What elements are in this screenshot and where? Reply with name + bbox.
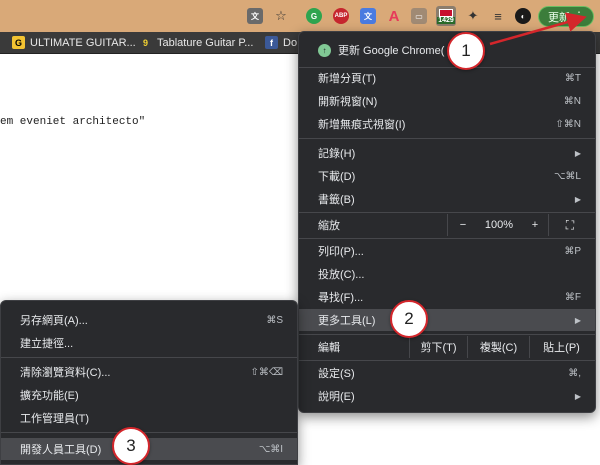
submenu-arrow-icon: ▶ — [574, 194, 581, 204]
help-label: 說明(E) — [318, 391, 355, 403]
menu-divider — [299, 212, 595, 213]
save-page-item[interactable]: 另存網頁(A)... ⌘S — [1, 309, 297, 331]
ultimate-guitar-favicon: G — [12, 36, 25, 49]
new-window-shortcut: ⌘N — [563, 95, 581, 107]
cast-item[interactable]: 投放(C)... — [299, 263, 595, 285]
clear-browsing-data-item[interactable]: 清除瀏覽資料(C)... ⇧⌘⌫ — [1, 361, 297, 383]
downloads-item[interactable]: 下載(D) ⌥⌘L — [299, 165, 595, 187]
zoom-controls: − 100% + — [447, 214, 549, 236]
screen-capture-icon[interactable]: ▭ — [411, 8, 427, 24]
new-tab-shortcut: ⌘T — [564, 72, 581, 84]
submenu-arrow-icon: ▶ — [574, 391, 581, 401]
clear-data-label: 清除瀏覽資料(C)... — [20, 367, 111, 379]
edit-row: 編輯 剪下(T) 複製(C) 貼上(P) — [299, 336, 595, 358]
bookmark-star-icon[interactable]: ☆ — [273, 8, 289, 24]
downloads-label: 下載(D) — [318, 171, 356, 183]
extensions-puzzle-icon[interactable]: ✦ — [465, 8, 481, 24]
bookmark-item-tablature[interactable]: 9 Tablature Guitar P... — [139, 36, 253, 49]
paste-button[interactable]: 貼上(P) — [529, 336, 593, 358]
zoom-row: 縮放 − 100% + ⛶ — [299, 214, 595, 236]
grammarly-icon[interactable]: G — [306, 8, 322, 24]
submenu-arrow-icon: ▶ — [574, 148, 581, 158]
incognito-shortcut: ⇧⌘N — [555, 118, 581, 130]
new-tab-label: 新增分頁(T) — [318, 73, 377, 85]
new-window-label: 開新視窗(N) — [318, 96, 378, 108]
browser-toolbar: 文 ☆ G ABP 文 A ▭ 1429 ✦ ≡ ◐ 更新 ⋮ — [0, 0, 600, 32]
menu-divider — [299, 360, 595, 361]
menu-divider — [299, 238, 595, 239]
settings-item[interactable]: 設定(S) ⌘, — [299, 362, 595, 384]
downloads-shortcut: ⌥⌘L — [553, 170, 581, 182]
update-menu-button[interactable]: 更新 ⋮ — [538, 6, 594, 27]
new-window-item[interactable]: 開新視窗(N) ⌘N — [299, 90, 595, 112]
print-shortcut: ⌘P — [564, 245, 581, 257]
print-label: 列印(P)... — [318, 246, 364, 258]
edit-label: 編輯 — [318, 342, 340, 354]
create-shortcut-label: 建立捷徑... — [20, 338, 74, 350]
bookmark-label: Do — [283, 36, 298, 49]
page-code-text: em eveniet architecto" — [0, 116, 146, 128]
bookmarks-menu-item[interactable]: 書籤(B) ▶ — [299, 188, 595, 210]
update-arrow-icon: ↑ — [318, 44, 331, 57]
find-label: 尋找(F)... — [318, 292, 364, 304]
extensions-item[interactable]: 擴充功能(E) — [1, 384, 297, 406]
adblock-icon[interactable]: ABP — [333, 8, 349, 24]
zoom-level: 100% — [484, 219, 514, 231]
incognito-label: 新增無痕式視窗(I) — [318, 119, 406, 131]
menu-divider — [299, 138, 595, 139]
flag-extension-icon[interactable]: 1429 — [436, 6, 456, 26]
google-translate-icon[interactable]: 文 — [360, 8, 376, 24]
step-badge-2: 2 — [390, 300, 428, 338]
menu-divider — [1, 432, 297, 433]
submenu-arrow-icon: ▶ — [574, 315, 581, 325]
zoom-label: 縮放 — [318, 220, 340, 232]
cast-label: 投放(C)... — [318, 269, 365, 281]
help-item[interactable]: 說明(E) ▶ — [299, 385, 595, 407]
task-manager-label: 工作管理員(T) — [20, 413, 90, 425]
bookmark-item-facebook[interactable]: f Do — [265, 36, 297, 49]
step-badge-3: 3 — [112, 427, 150, 465]
history-item[interactable]: 記錄(H) ▶ — [299, 142, 595, 164]
clear-data-shortcut: ⇧⌘⌫ — [250, 366, 283, 378]
copy-button[interactable]: 複製(C) — [467, 336, 529, 358]
save-page-label: 另存網頁(A)... — [20, 315, 88, 327]
bookmark-label: ULTIMATE GUITAR... — [30, 36, 136, 49]
find-item[interactable]: 尋找(F)... ⌘F — [299, 286, 595, 308]
print-item[interactable]: 列印(P)... ⌘P — [299, 240, 595, 262]
fullscreen-icon[interactable]: ⛶ — [559, 214, 581, 236]
save-page-shortcut: ⌘S — [266, 314, 283, 326]
new-incognito-window-item[interactable]: 新增無痕式視窗(I) ⇧⌘N — [299, 113, 595, 135]
create-shortcut-item[interactable]: 建立捷徑... — [1, 332, 297, 354]
menu-divider — [1, 357, 297, 358]
dev-tools-shortcut: ⌥⌘I — [258, 443, 283, 455]
settings-shortcut: ⌘, — [568, 367, 581, 379]
bookmark-label: Tablature Guitar P... — [157, 36, 254, 49]
extensions-label: 擴充功能(E) — [20, 390, 79, 402]
bookmarks-label: 書籤(B) — [318, 194, 355, 206]
pocket-icon[interactable]: A — [386, 8, 402, 25]
reading-list-icon[interactable]: ≡ — [490, 8, 506, 24]
translate-icon[interactable]: 文 — [247, 8, 263, 24]
bookmark-item-ultimate-guitar[interactable]: G ULTIMATE GUITAR... — [12, 36, 136, 49]
step-badge-1: 1 — [447, 32, 485, 70]
cut-button[interactable]: 剪下(T) — [409, 336, 467, 358]
zoom-in-button[interactable]: + — [520, 214, 550, 236]
facebook-favicon: f — [265, 36, 278, 49]
find-shortcut: ⌘F — [564, 291, 581, 303]
tablature-favicon: 9 — [142, 37, 148, 48]
new-tab-item[interactable]: 新增分頁(T) ⌘T — [299, 67, 595, 89]
more-dots-icon: ⋮ — [573, 9, 585, 23]
more-tools-label: 更多工具(L) — [318, 315, 376, 327]
update-label: 更新 — [548, 11, 570, 24]
more-tools-item[interactable]: 更多工具(L) ▶ — [299, 309, 595, 331]
task-manager-item[interactable]: 工作管理員(T) — [1, 407, 297, 429]
history-label: 記錄(H) — [318, 148, 356, 160]
menu-divider — [299, 334, 595, 335]
settings-label: 設定(S) — [318, 368, 355, 380]
profile-avatar[interactable]: ◐ — [515, 8, 531, 24]
zoom-out-button[interactable]: − — [448, 214, 478, 236]
dev-tools-label: 開發人員工具(D) — [20, 444, 102, 456]
update-chrome-label: 更新 Google Chrome( — [338, 45, 445, 57]
chrome-main-menu: ↑ 更新 Google Chrome( 新增分頁(T) ⌘T 開新視窗(N) ⌘… — [298, 31, 596, 413]
